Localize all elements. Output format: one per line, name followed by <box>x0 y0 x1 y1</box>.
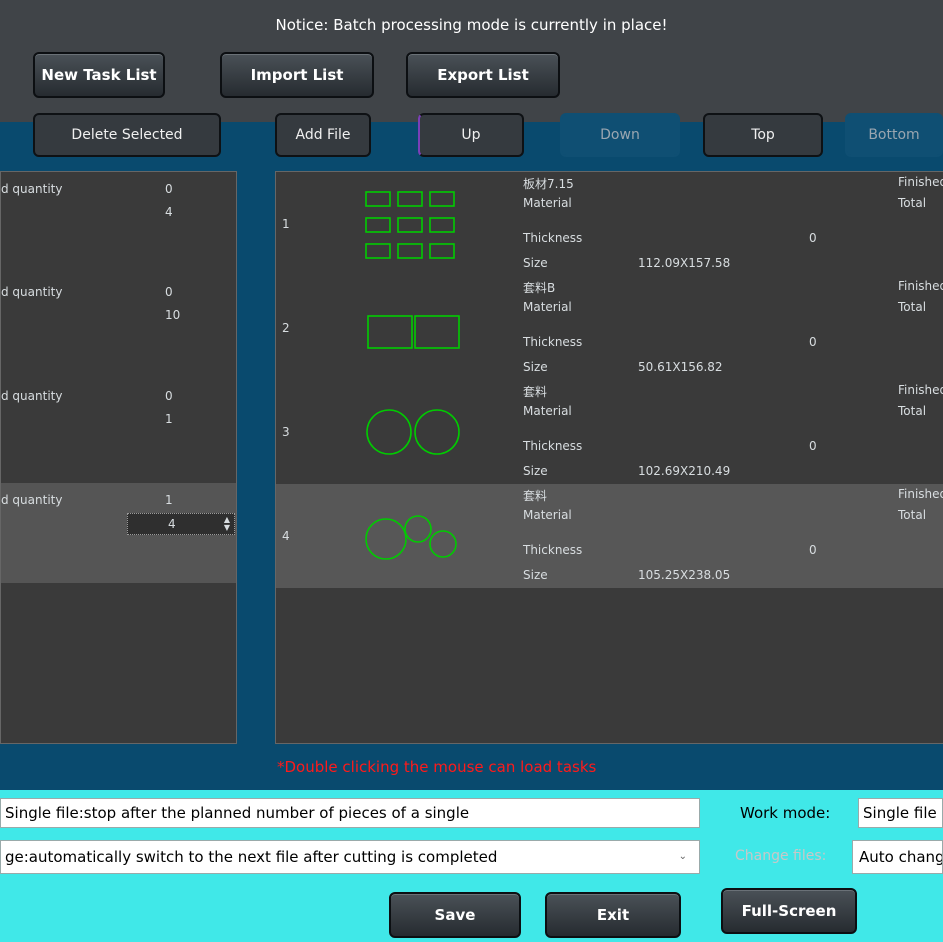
change-files-label: Change files: <box>735 848 827 864</box>
down-button[interactable]: Down <box>560 113 680 157</box>
material-label: Material <box>523 196 572 210</box>
quantity-panel: d quantity 0 4 d quantity 0 10 d quantit… <box>0 171 237 744</box>
batch-notice: Notice: Batch processing mode is current… <box>275 16 668 34</box>
exit-button[interactable]: Exit <box>545 892 681 938</box>
size-value: 102.69X210.49 <box>638 464 731 478</box>
file-row[interactable]: 3 套料 Material Thickness 0 Size 102.69X21… <box>276 380 943 484</box>
finished-quantity-value: 0 <box>165 182 173 196</box>
thickness-value: 0 <box>809 231 817 245</box>
material-label: Material <box>523 300 572 314</box>
quantity-stepper-value: 4 <box>168 517 176 531</box>
size-value: 50.61X156.82 <box>638 360 723 374</box>
finished-quantity-label: d quantity <box>1 182 63 196</box>
thickness-label: Thickness <box>523 231 583 245</box>
up-button[interactable]: Up <box>418 113 524 157</box>
size-value: 112.09X157.58 <box>638 256 731 270</box>
finished-label: Finished <box>898 487 943 501</box>
work-mode-value: Single file:stop after the planned numbe… <box>5 804 470 822</box>
add-file-button[interactable]: Add File <box>275 113 371 157</box>
size-label: Size <box>523 256 548 270</box>
material-label: Material <box>523 404 572 418</box>
thickness-value: 0 <box>809 335 817 349</box>
work-mode-label: Work mode: <box>740 804 831 822</box>
file-thumbnail-icon <box>365 191 455 259</box>
chevron-down-icon[interactable]: ⌄ <box>679 841 687 873</box>
list-item-selected[interactable]: d quantity 1 4 ▲ ▼ <box>1 483 236 583</box>
import-list-button[interactable]: Import List <box>220 52 374 98</box>
finished-label: Finished <box>898 383 943 397</box>
file-name: 套料B <box>523 281 556 295</box>
total-label: Total <box>898 508 927 522</box>
list-item[interactable]: d quantity 0 4 <box>1 172 236 272</box>
finished-quantity-value: 0 <box>165 285 173 299</box>
material-label: Material <box>523 508 572 522</box>
top-button[interactable]: Top <box>703 113 823 157</box>
change-files-right-value: Auto chang <box>859 848 943 866</box>
list-item[interactable]: d quantity 0 1 <box>1 379 236 479</box>
export-list-button[interactable]: Export List <box>406 52 560 98</box>
file-thumbnail-icon <box>365 515 457 560</box>
work-mode-right-value: Single file <box>863 804 937 822</box>
file-name: 套料 <box>523 489 548 503</box>
file-name: 板材7.15 <box>523 177 574 191</box>
file-row-selected[interactable]: 4 套料 Material Thickness 0 Size 105.25X23… <box>276 484 943 588</box>
finished-label: Finished <box>898 175 943 189</box>
change-files-value: ge:automatically switch to the next file… <box>5 848 498 866</box>
top-header: Notice: Batch processing mode is current… <box>0 0 943 122</box>
finished-quantity-value: 1 <box>165 493 173 507</box>
planned-quantity-value[interactable]: 10 <box>165 308 180 322</box>
thickness-label: Thickness <box>523 335 583 349</box>
file-thumbnail-icon <box>366 409 460 455</box>
size-label: Size <box>523 360 548 374</box>
change-files-right-field[interactable]: Auto chang <box>852 840 943 874</box>
file-name: 套料 <box>523 385 548 399</box>
list-item[interactable]: d quantity 0 10 <box>1 275 236 375</box>
finished-quantity-label: d quantity <box>1 493 63 507</box>
total-label: Total <box>898 196 927 210</box>
size-label: Size <box>523 464 548 478</box>
file-index: 1 <box>282 217 290 231</box>
finished-quantity-label: d quantity <box>1 389 63 403</box>
planned-quantity-value[interactable]: 1 <box>165 412 173 426</box>
stepper-arrows-icon[interactable]: ▲ ▼ <box>224 516 230 532</box>
thickness-value: 0 <box>809 543 817 557</box>
double-click-hint: *Double clicking the mouse can load task… <box>277 758 597 776</box>
finished-label: Finished <box>898 279 943 293</box>
delete-selected-button[interactable]: Delete Selected <box>33 113 221 157</box>
file-row[interactable]: 2 套料B Material Thickness 0 Size 50.61X15… <box>276 276 943 380</box>
file-thumbnail-icon <box>367 315 460 349</box>
quantity-stepper[interactable]: 4 ▲ ▼ <box>127 513 235 535</box>
new-task-list-button[interactable]: New Task List <box>33 52 165 98</box>
file-index: 4 <box>282 529 290 543</box>
save-button[interactable]: Save <box>389 892 521 938</box>
thickness-label: Thickness <box>523 543 583 557</box>
file-index: 2 <box>282 321 290 335</box>
change-files-select[interactable]: ge:automatically switch to the next file… <box>0 840 700 874</box>
finished-quantity-label: d quantity <box>1 285 63 299</box>
finished-quantity-value: 0 <box>165 389 173 403</box>
planned-quantity-value[interactable]: 4 <box>165 205 173 219</box>
file-index: 3 <box>282 425 290 439</box>
size-value: 105.25X238.05 <box>638 568 731 582</box>
thickness-value: 0 <box>809 439 817 453</box>
file-list-panel: 1 板材7.15 Material Thickness 0 Size 112.0… <box>275 171 943 744</box>
thickness-label: Thickness <box>523 439 583 453</box>
work-mode-right-field[interactable]: Single file <box>858 798 943 828</box>
footer-bar: Single file:stop after the planned numbe… <box>0 790 943 942</box>
size-label: Size <box>523 568 548 582</box>
file-row[interactable]: 1 板材7.15 Material Thickness 0 Size 112.0… <box>276 172 943 276</box>
bottom-button[interactable]: Bottom <box>845 113 943 157</box>
total-label: Total <box>898 300 927 314</box>
fullscreen-button[interactable]: Full-Screen <box>721 888 857 934</box>
work-mode-select[interactable]: Single file:stop after the planned numbe… <box>0 798 700 828</box>
total-label: Total <box>898 404 927 418</box>
